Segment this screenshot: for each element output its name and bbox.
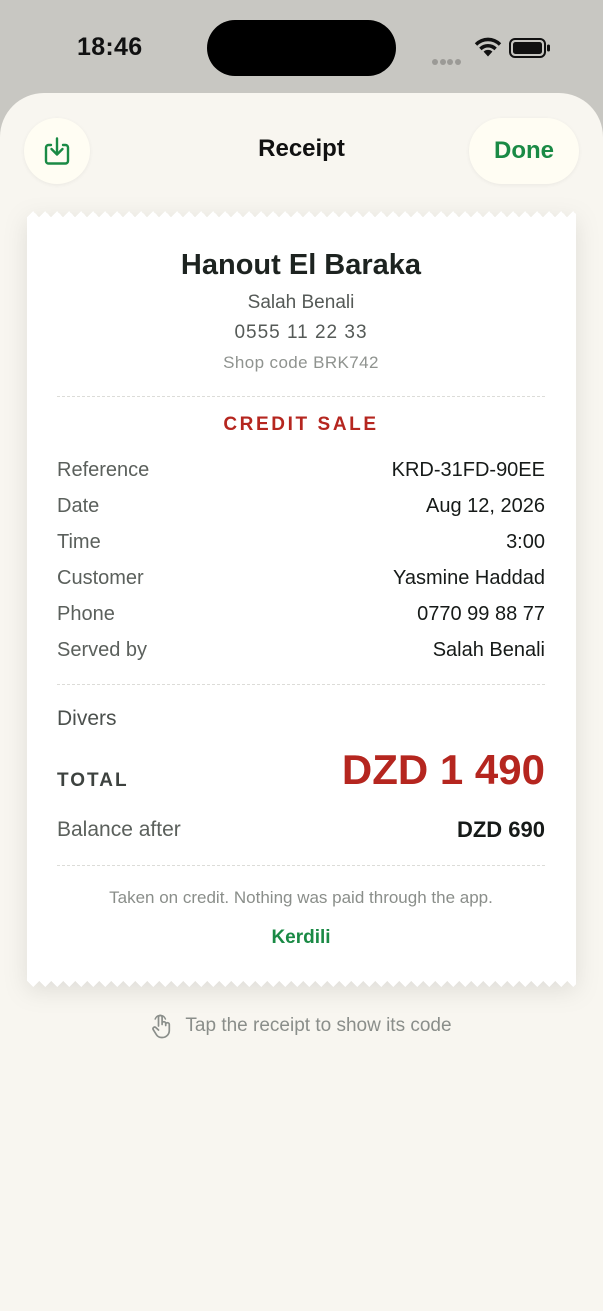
balance-row: Balance after DZD 690 xyxy=(57,817,545,843)
receipt-sheet: Receipt Done Hanout El Baraka Salah Bena… xyxy=(0,93,603,1311)
divider xyxy=(57,684,545,685)
detail-row-reference: Reference KRD-31FD-90EE xyxy=(57,457,545,483)
done-button[interactable]: Done xyxy=(469,118,579,184)
detail-row-time: Time 3:00 xyxy=(57,529,545,555)
receipt-bottom-edge xyxy=(27,978,576,987)
divider xyxy=(57,865,545,866)
detail-value: Aug 12, 2026 xyxy=(426,494,545,517)
shop-code: Shop code BRK742 xyxy=(223,353,379,372)
battery-icon xyxy=(509,38,550,58)
detail-row-date: Date Aug 12, 2026 xyxy=(57,493,545,519)
credit-note: Taken on credit. Nothing was paid throug… xyxy=(109,888,493,907)
wifi-icon xyxy=(474,37,502,57)
detail-row-customer: Customer Yasmine Haddad xyxy=(57,565,545,591)
shop-phone: 0555 11 22 33 xyxy=(234,322,368,343)
tap-hand-icon xyxy=(152,1014,171,1039)
detail-label: Reference xyxy=(57,458,150,481)
shop-owner: Salah Benali xyxy=(247,292,355,313)
receipt-card[interactable]: Hanout El Baraka Salah Benali 0555 11 22… xyxy=(27,211,576,987)
total-amount: DZD 1 490 xyxy=(341,746,545,793)
cellular-signal-icon xyxy=(432,52,462,70)
sale-type-label: CREDIT SALE xyxy=(223,414,379,435)
brand-name: Kerdili xyxy=(271,927,331,948)
detail-row-phone: Phone 0770 99 88 77 xyxy=(57,601,545,627)
line-item: Divers xyxy=(57,707,117,730)
detail-row-served-by: Served by Salah Benali xyxy=(57,637,545,663)
total-label: TOTAL xyxy=(57,770,129,791)
status-time: 18:46 xyxy=(77,33,143,61)
detail-value: 3:00 xyxy=(506,530,545,553)
dynamic-island xyxy=(207,20,396,76)
detail-label: Customer xyxy=(57,566,144,589)
detail-label: Time xyxy=(57,530,101,553)
shop-name: Hanout El Baraka xyxy=(180,249,422,281)
balance-value: DZD 690 xyxy=(456,817,545,842)
detail-value: 0770 99 88 77 xyxy=(417,602,545,625)
status-bar: 18:46 xyxy=(0,0,603,95)
receipt-body: Hanout El Baraka Salah Benali 0555 11 22… xyxy=(27,219,576,979)
tap-hint: Tap the receipt to show its code xyxy=(0,1013,603,1039)
detail-value: Salah Benali xyxy=(432,638,545,661)
detail-value: Yasmine Haddad xyxy=(393,566,545,589)
detail-label: Phone xyxy=(57,602,115,625)
status-icons xyxy=(432,36,552,65)
detail-value: KRD-31FD-90EE xyxy=(391,458,545,481)
divider xyxy=(57,396,545,397)
detail-label: Date xyxy=(57,494,100,517)
balance-label: Balance after xyxy=(57,818,181,841)
tap-hint-text: Tap the receipt to show its code xyxy=(185,1015,452,1036)
detail-label: Served by xyxy=(57,638,148,661)
